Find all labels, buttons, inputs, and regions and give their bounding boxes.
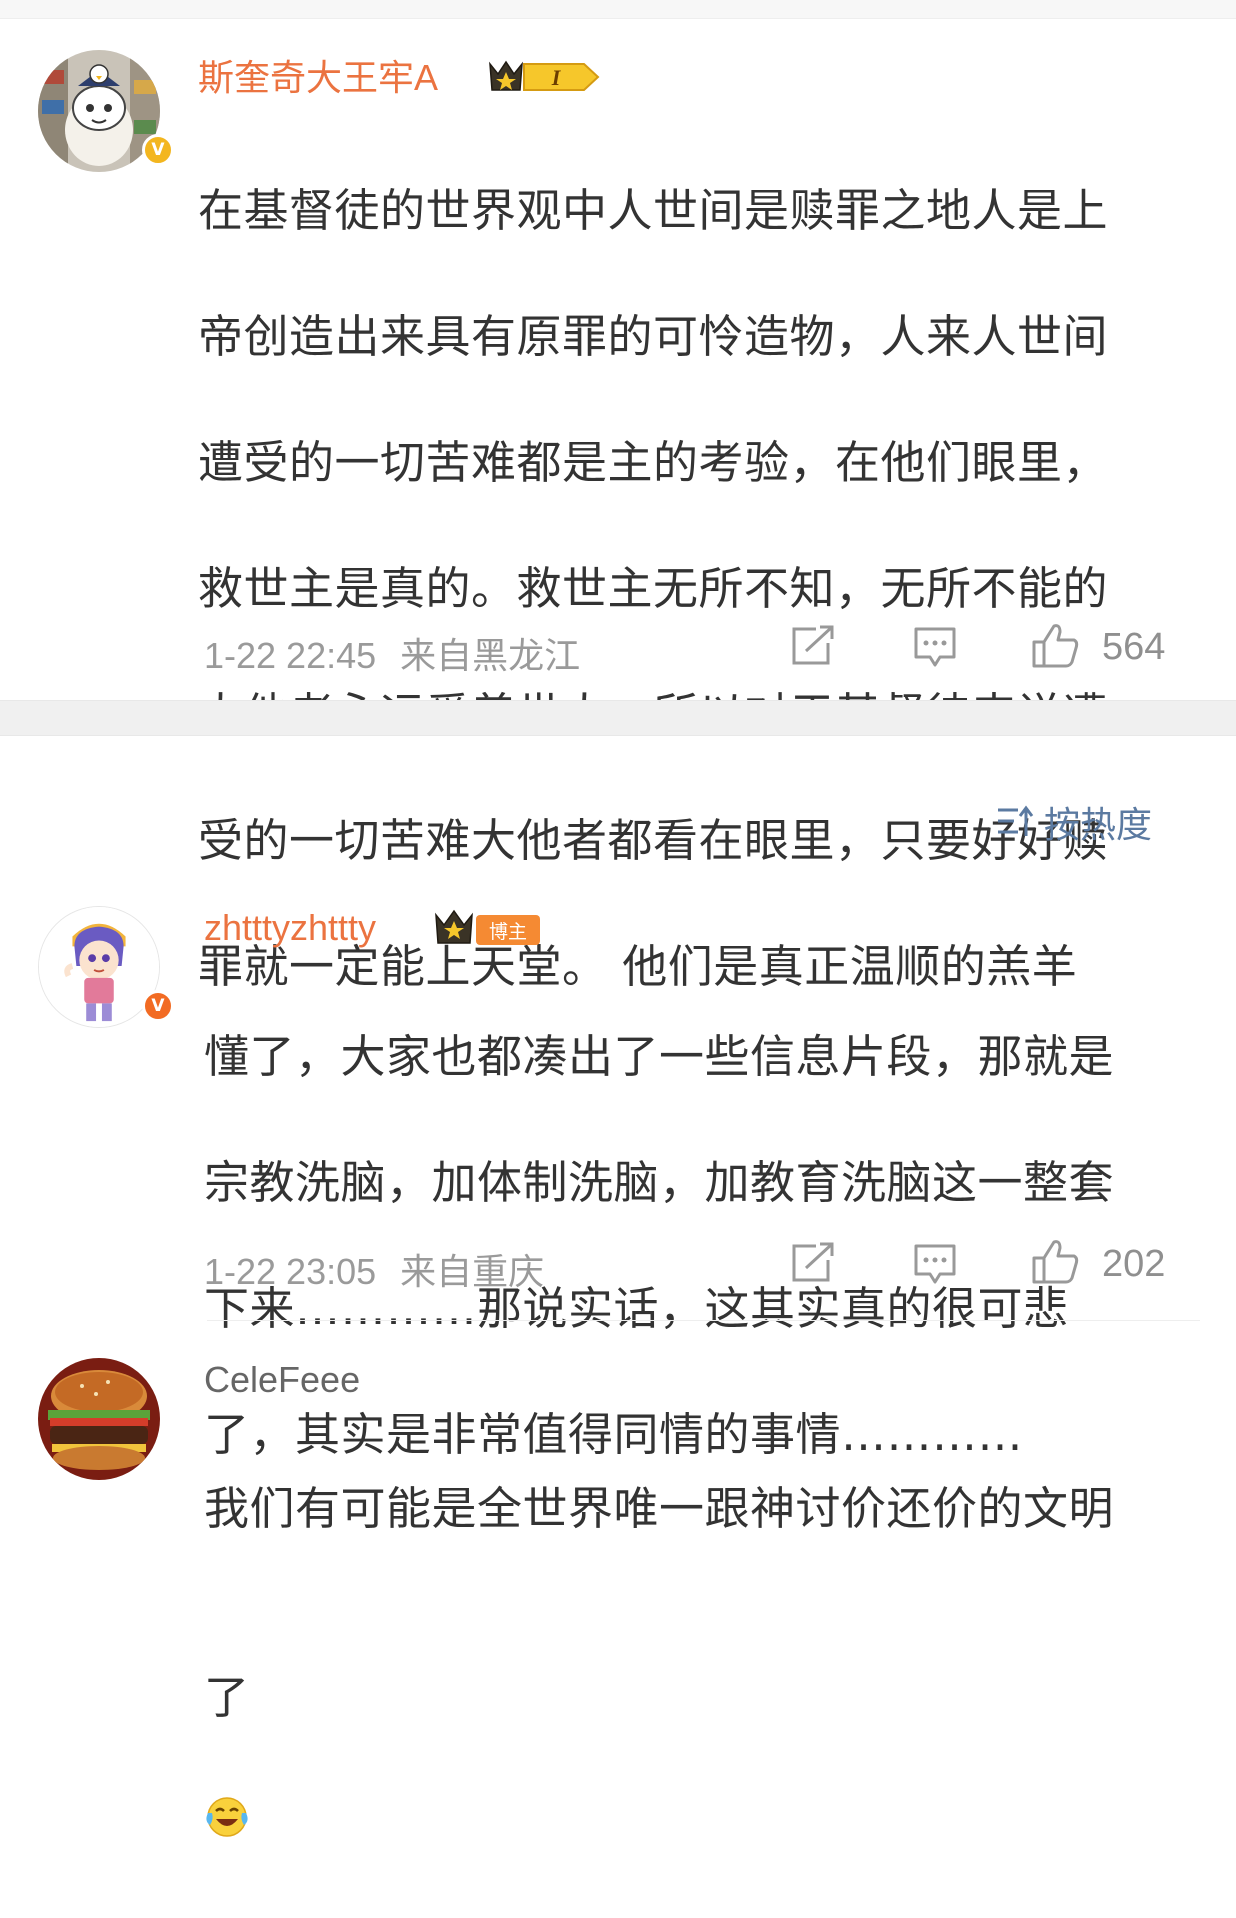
like-button[interactable] xyxy=(1030,622,1080,674)
sort-toggle[interactable]: 按热度 xyxy=(996,796,1152,848)
comment-meta: 1-22 23:05 来自重庆 xyxy=(204,1243,544,1295)
comment-line: 了 xyxy=(204,1671,250,1724)
share-icon xyxy=(792,625,834,665)
location: 来自重庆 xyxy=(400,1251,545,1292)
comment-line: 遭受的一切苦难都是主的考验，在他们眼里， xyxy=(198,436,1109,489)
timestamp: 1-22 22:45 xyxy=(204,635,377,676)
comment-line-last: 了 xyxy=(204,1603,1194,1855)
comment-icon xyxy=(914,627,956,667)
like-button[interactable] xyxy=(1030,1238,1080,1290)
comment-line: 救世主是真的。救世主无所不知，无所不能的 xyxy=(198,562,1109,615)
share-button[interactable] xyxy=(790,1242,836,1288)
avatar-image xyxy=(38,1358,160,1480)
like-count: 202 xyxy=(1102,1243,1166,1285)
share-button[interactable] xyxy=(790,625,836,671)
reply-button[interactable] xyxy=(912,1242,958,1290)
verified-badge: V xyxy=(142,134,174,166)
username[interactable]: zhtttyzhttty xyxy=(204,906,376,950)
svg-text:I: I xyxy=(551,65,562,90)
comment-line: 我们有可能是全世界唯一跟神讨价还价的文明 xyxy=(204,1482,1115,1535)
sort-label: 按热度 xyxy=(1044,805,1153,846)
comment-meta: 1-22 22:45 来自黑龙江 xyxy=(204,627,580,679)
comment-divider xyxy=(207,1320,1200,1321)
comment-icon xyxy=(914,1244,956,1284)
avatar[interactable]: V xyxy=(38,906,174,1028)
top-strip xyxy=(0,0,1236,19)
avatar[interactable]: V xyxy=(38,50,174,172)
username[interactable]: CeleFeee xyxy=(204,1358,360,1402)
comment-line: 帝创造出来具有原罪的可怜造物，人来人世间 xyxy=(198,310,1109,363)
comment-line: 宗教洗脑，加体制洗脑，加教育洗脑这一整套 xyxy=(204,1156,1115,1209)
comment-line: 懂了，大家也都凑出了一些信息片段，那就是 xyxy=(204,1030,1115,1083)
avatar[interactable] xyxy=(38,1358,160,1480)
thumbs-up-icon xyxy=(1032,624,1079,668)
timestamp: 1-22 23:05 xyxy=(204,1251,377,1292)
laugh-cry-emoji-icon xyxy=(204,1729,250,1855)
like-count: 564 xyxy=(1102,626,1166,668)
location: 来自黑龙江 xyxy=(400,635,581,676)
thumbs-up-icon xyxy=(1032,1240,1079,1284)
verified-badge: V xyxy=(142,990,174,1022)
sort-icon xyxy=(998,805,1034,836)
comment-line: 在基督徒的世界观中人世间是赎罪之地人是上 xyxy=(198,184,1109,237)
comment-text: 我们有可能是全世界唯一跟神讨价还价的文明 了 xyxy=(204,1414,1194,1918)
level-badge: I xyxy=(484,56,604,102)
share-icon xyxy=(792,1242,834,1282)
reply-button[interactable] xyxy=(912,625,958,673)
username[interactable]: 斯奎奇大王牢A xyxy=(198,56,438,100)
level-badge: 博主 xyxy=(432,905,544,953)
role-badge-text: 博主 xyxy=(489,921,527,943)
section-separator xyxy=(0,700,1236,736)
